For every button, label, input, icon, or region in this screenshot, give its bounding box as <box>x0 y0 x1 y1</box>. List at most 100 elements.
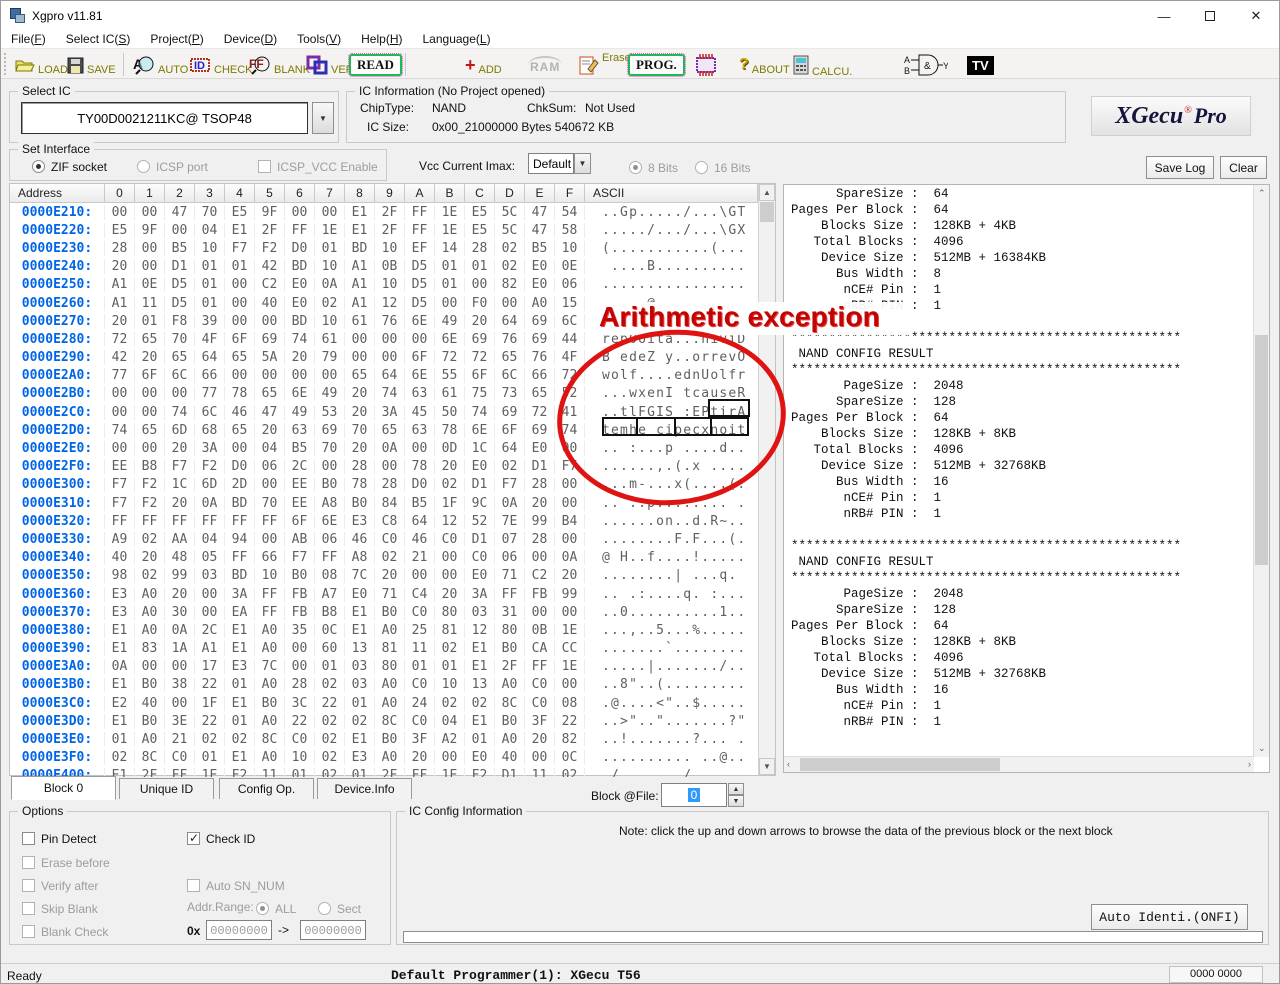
menu-project-p-[interactable]: Project(P) <box>140 31 213 48</box>
hex-byte[interactable]: 81 <box>435 623 465 638</box>
hex-byte[interactable]: 7E <box>495 514 525 529</box>
hex-byte[interactable]: 00 <box>135 405 165 420</box>
hex-byte[interactable]: 02 <box>375 550 405 565</box>
hex-byte[interactable]: 3A <box>375 405 405 420</box>
hex-byte[interactable]: E1 <box>465 659 495 674</box>
prog-button[interactable]: PROG. <box>628 52 685 78</box>
hex-byte[interactable]: 6E <box>285 386 315 401</box>
hex-byte[interactable]: 01 <box>225 714 255 729</box>
hex-byte[interactable]: 10 <box>315 259 345 274</box>
hex-byte[interactable]: 00 <box>105 405 135 420</box>
hex-byte[interactable]: EF <box>405 241 435 256</box>
hex-byte[interactable]: 0C <box>315 623 345 638</box>
hex-byte[interactable]: E0 <box>525 441 555 456</box>
hex-byte[interactable]: 02 <box>225 732 255 747</box>
hex-ascii[interactable]: ..>"..".......?" <box>585 714 758 729</box>
hex-byte[interactable]: 83 <box>135 641 165 656</box>
hex-byte[interactable]: F0 <box>465 296 495 311</box>
hex-byte[interactable]: FB <box>525 587 555 602</box>
hex-byte[interactable]: C2 <box>525 568 555 583</box>
hex-byte[interactable]: 9F <box>255 205 285 220</box>
hex-byte[interactable]: 39 <box>195 314 225 329</box>
hex-byte[interactable]: D5 <box>165 277 195 292</box>
close-button[interactable]: ✕ <box>1233 1 1279 31</box>
hex-byte[interactable]: A0 <box>255 623 285 638</box>
hex-byte[interactable]: 77 <box>195 386 225 401</box>
scroll-down-icon[interactable]: ⌄ <box>1258 743 1266 754</box>
hex-byte[interactable]: 72 <box>105 332 135 347</box>
hex-byte[interactable]: FF <box>225 550 255 565</box>
hex-byte[interactable]: 04 <box>195 223 225 238</box>
hex-byte[interactable]: B0 <box>285 568 315 583</box>
hex-byte[interactable]: 00 <box>285 205 315 220</box>
hex-byte[interactable]: A0 <box>375 696 405 711</box>
hex-byte[interactable]: 64 <box>495 441 525 456</box>
hex-byte[interactable]: 38 <box>165 677 195 692</box>
hex-byte[interactable]: 69 <box>255 332 285 347</box>
hex-byte[interactable]: 28 <box>285 677 315 692</box>
hex-byte[interactable]: 84 <box>375 496 405 511</box>
hex-byte[interactable]: FF <box>495 587 525 602</box>
vcc-imax-select[interactable]: Default <box>528 153 574 174</box>
scrollbar-thumb[interactable] <box>800 758 1000 771</box>
hex-byte[interactable]: 7C <box>345 568 375 583</box>
hex-byte[interactable]: 02 <box>315 714 345 729</box>
hex-byte[interactable]: FF <box>135 514 165 529</box>
hex-byte[interactable]: B5 <box>285 441 315 456</box>
hex-byte[interactable]: 65 <box>135 332 165 347</box>
hex-byte[interactable]: 10 <box>255 568 285 583</box>
hex-byte[interactable]: 20 <box>525 496 555 511</box>
hex-byte[interactable]: 1E <box>435 768 465 777</box>
hex-byte[interactable]: 71 <box>495 568 525 583</box>
load-button[interactable]: LOAD <box>15 52 68 78</box>
hex-byte[interactable]: A7 <box>315 587 345 602</box>
read-button[interactable]: READ <box>349 52 402 78</box>
hex-byte[interactable]: E1 <box>225 223 255 238</box>
hex-byte[interactable]: A0 <box>375 750 405 765</box>
hex-byte[interactable]: 8C <box>135 750 165 765</box>
hex-byte[interactable]: 6E <box>315 514 345 529</box>
hex-byte[interactable]: A0 <box>135 587 165 602</box>
hex-byte[interactable]: EE <box>285 496 315 511</box>
hex-byte[interactable]: 01 <box>465 732 495 747</box>
hex-byte[interactable]: 8C <box>375 714 405 729</box>
hex-byte[interactable]: 72 <box>435 350 465 365</box>
hex-byte[interactable]: 00 <box>315 205 345 220</box>
hex-byte[interactable]: A0 <box>255 714 285 729</box>
hex-byte[interactable]: 00 <box>345 350 375 365</box>
hex-byte[interactable]: 00 <box>375 332 405 347</box>
hex-byte[interactable]: 21 <box>165 732 195 747</box>
hex-byte[interactable]: 02 <box>495 259 525 274</box>
hex-byte[interactable]: E0 <box>525 259 555 274</box>
hex-ascii[interactable]: ..!.......?... . <box>585 732 758 747</box>
hex-byte[interactable]: 01 <box>135 314 165 329</box>
hex-byte[interactable]: 63 <box>405 386 435 401</box>
hex-byte[interactable]: 1E <box>315 223 345 238</box>
hex-byte[interactable]: 6C <box>495 368 525 383</box>
hex-byte[interactable]: 2C <box>195 623 225 638</box>
hex-byte[interactable]: 0C <box>555 750 585 765</box>
scroll-right-icon[interactable]: › <box>1248 759 1251 769</box>
hex-byte[interactable]: C0 <box>525 677 555 692</box>
hex-byte[interactable]: 06 <box>495 550 525 565</box>
hex-byte[interactable]: F2 <box>135 477 165 492</box>
hex-byte[interactable]: 4F <box>195 332 225 347</box>
hex-byte[interactable]: F7 <box>105 477 135 492</box>
icsp-vcc-checkbox[interactable]: ICSP_VCC Enable <box>258 158 378 176</box>
hex-byte[interactable]: 20 <box>255 423 285 438</box>
hex-ascii[interactable]: ./......./...... <box>585 768 758 777</box>
hex-byte[interactable]: 82 <box>495 277 525 292</box>
hex-byte[interactable]: FF <box>255 605 285 620</box>
hex-byte[interactable]: 6C <box>195 405 225 420</box>
hex-byte[interactable]: E1 <box>105 677 135 692</box>
hex-byte[interactable]: FF <box>405 205 435 220</box>
hex-byte[interactable]: 31 <box>495 605 525 620</box>
hex-byte[interactable]: 70 <box>345 423 375 438</box>
hex-byte[interactable]: B5 <box>165 241 195 256</box>
hex-byte[interactable]: 78 <box>435 423 465 438</box>
hex-byte[interactable]: B0 <box>315 477 345 492</box>
save-log-button[interactable]: Save Log <box>1146 156 1214 179</box>
hex-byte[interactable]: 00 <box>525 605 555 620</box>
hex-byte[interactable]: F2 <box>255 241 285 256</box>
hex-ascii[interactable]: ................ <box>585 277 758 292</box>
